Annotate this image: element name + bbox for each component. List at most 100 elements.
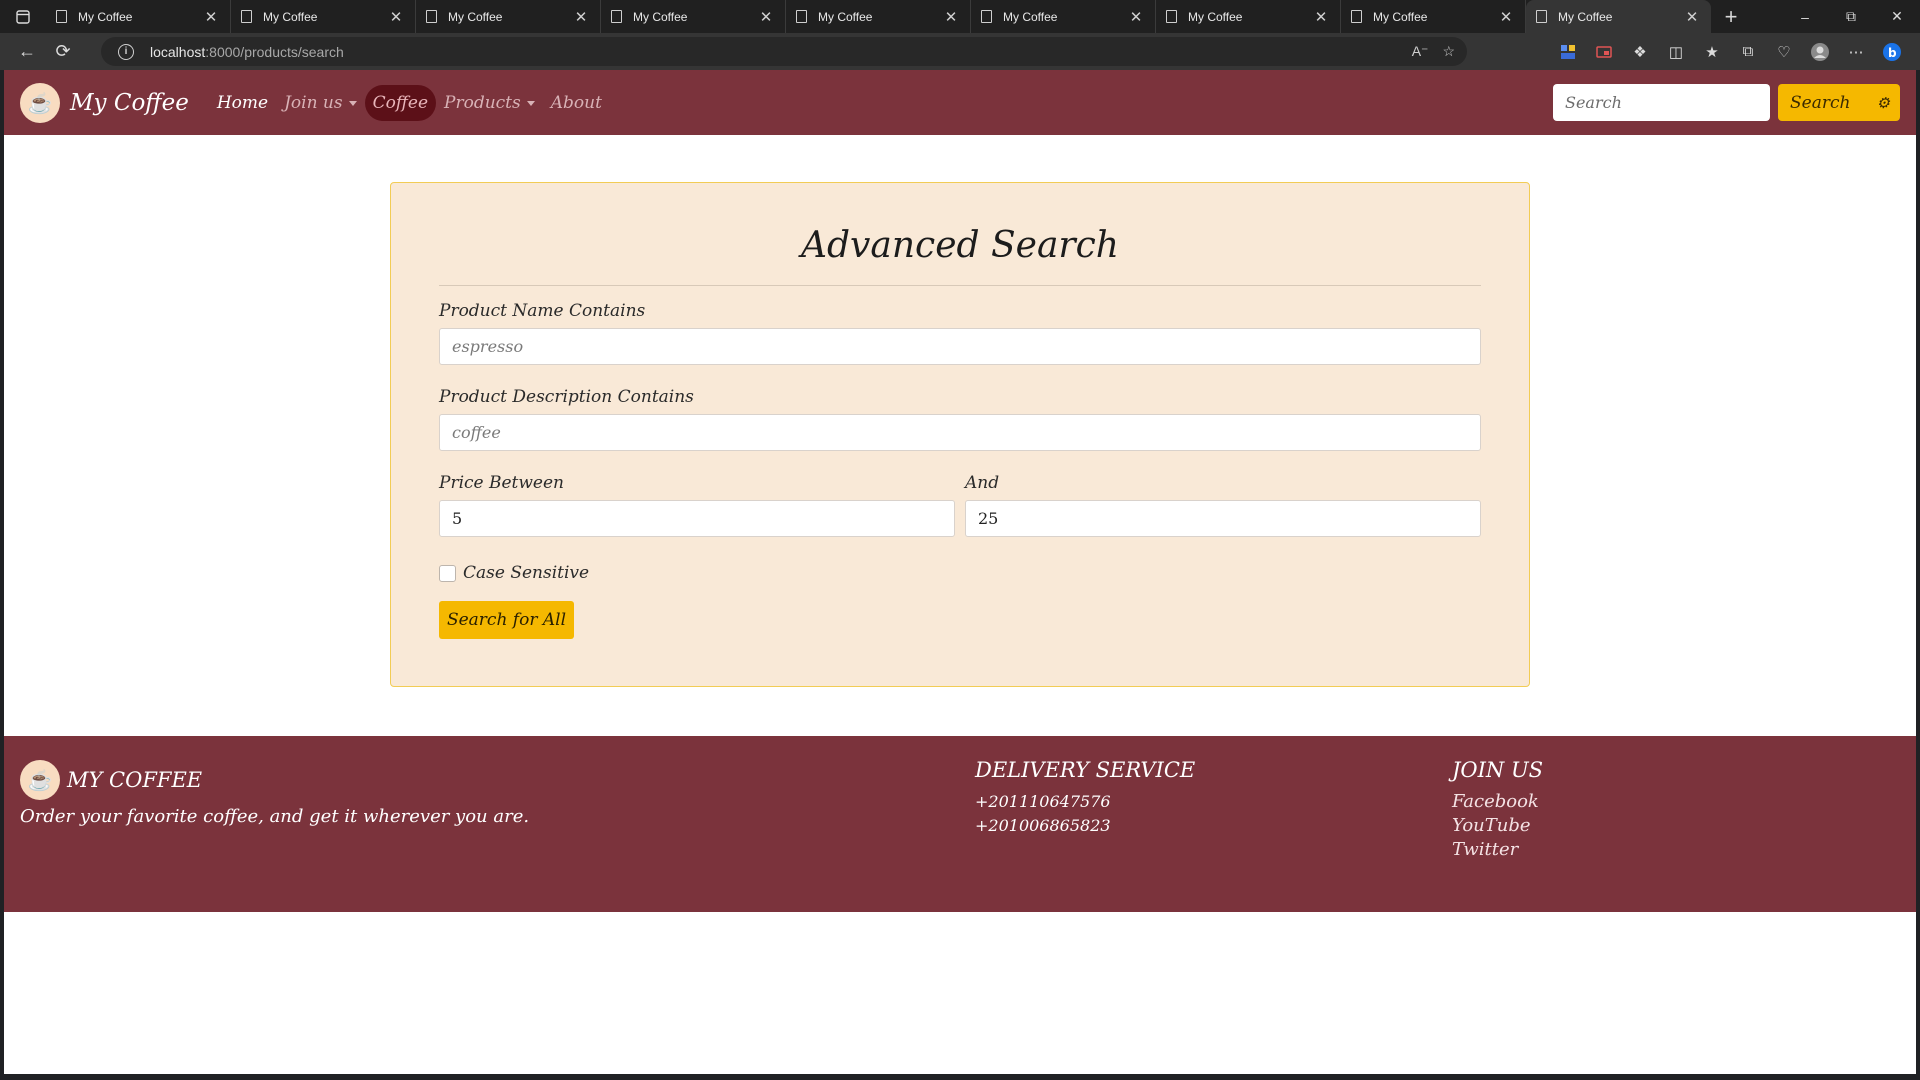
tab-title: My Coffee xyxy=(448,9,503,24)
navbar-brand[interactable]: ☕ My Coffee xyxy=(20,82,189,123)
product-description-field-group: Product Description Contains xyxy=(439,387,1481,451)
caret-down-icon xyxy=(526,100,535,106)
case-sensitive-label[interactable]: Case Sensitive xyxy=(463,563,589,583)
nav-about-link[interactable]: About xyxy=(543,85,610,121)
case-sensitive-checkbox[interactable] xyxy=(439,564,456,582)
footer-join-column: JOIN US Facebook YouTube Twitter xyxy=(1452,758,1543,862)
footer-brand-name: MY COFFEE xyxy=(67,768,203,792)
url-path: :8000/products/search xyxy=(205,43,344,60)
svg-text:b: b xyxy=(1888,46,1897,60)
nav-products-dropdown[interactable]: Products xyxy=(436,85,543,121)
footer-twitter-link[interactable]: Twitter xyxy=(1452,838,1543,862)
page-document-icon xyxy=(1536,10,1547,23)
product-description-input[interactable] xyxy=(439,414,1481,451)
browser-tab[interactable]: My Coffee ✕ xyxy=(231,0,416,33)
price-min-field-group: Price Between xyxy=(439,473,955,537)
browser-tab[interactable]: My Coffee ✕ xyxy=(1341,0,1526,33)
tab-title: My Coffee xyxy=(633,9,688,24)
browser-tab[interactable]: My Coffee ✕ xyxy=(1156,0,1341,33)
search-for-all-button[interactable]: Search for All xyxy=(439,601,574,639)
navbar-search-button-label: Search xyxy=(1790,92,1851,113)
product-name-field-group: Product Name Contains xyxy=(439,301,1481,365)
restore-button[interactable]: ⧉ xyxy=(1828,0,1874,33)
tab-actions-icon[interactable] xyxy=(0,0,46,33)
price-min-input[interactable] xyxy=(439,500,955,537)
close-window-button[interactable]: ✕ xyxy=(1874,0,1920,33)
browser-tab[interactable]: My Coffee ✕ xyxy=(971,0,1156,33)
minimize-button[interactable]: – xyxy=(1782,0,1828,33)
back-button[interactable]: ← xyxy=(9,37,45,67)
product-name-label: Product Name Contains xyxy=(439,301,646,321)
footer-phone: +201006865823 xyxy=(975,816,1111,835)
page-document-icon xyxy=(241,10,252,23)
page-document-icon xyxy=(981,10,992,23)
page-document-icon xyxy=(426,10,437,23)
close-tab-icon[interactable]: ✕ xyxy=(1312,8,1330,26)
browser-tab[interactable]: My Coffee ✕ xyxy=(786,0,971,33)
browser-essentials-icon[interactable]: ♡ xyxy=(1766,37,1802,66)
product-name-input[interactable] xyxy=(439,328,1481,365)
caret-down-icon xyxy=(348,100,357,106)
browser-tab[interactable]: My Coffee ✕ xyxy=(416,0,601,33)
navbar-search-form: Search ⚙ xyxy=(1553,84,1900,121)
coffee-cup-logo-icon: ☕ xyxy=(20,760,60,800)
browser-tab-strip: My Coffee ✕ My Coffee ✕ My Coffee ✕ My Coffee ✕… xyxy=(0,0,1920,33)
tab-title: My Coffee xyxy=(818,9,873,24)
screen-cast-icon[interactable] xyxy=(1586,37,1622,66)
close-tab-icon[interactable]: ✕ xyxy=(572,8,590,26)
close-tab-icon[interactable]: ✕ xyxy=(757,8,775,26)
footer-phone: +201110647576 xyxy=(975,792,1111,811)
more-options-icon[interactable]: ⋯ xyxy=(1838,37,1874,66)
url-host: localhost xyxy=(150,43,206,60)
url-text: localhost:8000/products/search xyxy=(150,44,344,60)
read-aloud-icon[interactable]: A⁻ xyxy=(1412,43,1429,60)
site-footer: ☕ MY COFFEE Order your favorite coffee, … xyxy=(4,736,1916,912)
footer-youtube-link[interactable]: YouTube xyxy=(1452,814,1543,838)
browser-tab-active[interactable]: My Coffee ✕ xyxy=(1526,0,1711,33)
tab-title: My Coffee xyxy=(1558,9,1613,24)
extension-icon[interactable] xyxy=(1550,37,1586,66)
page-document-icon xyxy=(1351,10,1362,23)
advanced-search-card: Advanced Search Product Name Contains Pr… xyxy=(390,182,1530,687)
price-min-label: Price Between xyxy=(439,473,564,493)
nav-coffee-link[interactable]: Coffee xyxy=(364,84,437,121)
extensions-puzzle-icon[interactable]: ❖ xyxy=(1622,37,1658,66)
tab-title: My Coffee xyxy=(1373,9,1428,24)
product-description-label: Product Description Contains xyxy=(439,387,694,407)
close-tab-icon[interactable]: ✕ xyxy=(1497,8,1515,26)
price-max-label: And xyxy=(965,473,1000,493)
footer-join-title: JOIN US xyxy=(1452,758,1544,782)
favorite-star-icon[interactable]: ☆ xyxy=(1442,43,1455,60)
profile-avatar-icon[interactable] xyxy=(1802,37,1838,66)
price-max-input[interactable] xyxy=(965,500,1481,537)
close-tab-icon[interactable]: ✕ xyxy=(942,8,960,26)
browser-tab[interactable]: My Coffee ✕ xyxy=(46,0,231,33)
navbar-search-input[interactable] xyxy=(1553,84,1770,121)
reload-button[interactable]: ⟳ xyxy=(45,37,81,67)
favorites-icon[interactable]: ★ xyxy=(1694,37,1730,66)
nav-join-us-dropdown[interactable]: Join us xyxy=(276,85,365,121)
browser-tab[interactable]: My Coffee ✕ xyxy=(601,0,786,33)
title-divider xyxy=(439,285,1481,286)
site-info-icon[interactable]: i xyxy=(118,43,134,60)
page-title: Advanced Search xyxy=(801,225,1119,266)
split-screen-icon[interactable]: ◫ xyxy=(1658,37,1694,66)
nav-products-label: Products xyxy=(444,92,521,113)
brand-name: My Coffee xyxy=(70,89,189,116)
new-tab-button[interactable]: + xyxy=(1711,0,1751,33)
address-bar[interactable]: i localhost:8000/products/search A⁻ ☆ xyxy=(101,37,1467,66)
close-tab-icon[interactable]: ✕ xyxy=(1127,8,1145,26)
gear-icon[interactable]: ⚙ xyxy=(1877,94,1890,112)
close-tab-icon[interactable]: ✕ xyxy=(387,8,405,26)
copilot-icon[interactable]: b xyxy=(1874,37,1910,66)
browser-toolbar: ← ⟳ i localhost:8000/products/search A⁻ … xyxy=(0,33,1920,70)
close-tab-icon[interactable]: ✕ xyxy=(202,8,220,26)
nav-home-link[interactable]: Home xyxy=(209,85,276,121)
footer-facebook-link[interactable]: Facebook xyxy=(1452,790,1543,814)
navbar-search-button[interactable]: Search ⚙ xyxy=(1778,84,1900,121)
collections-icon[interactable]: ⧉ xyxy=(1730,37,1766,66)
tab-title: My Coffee xyxy=(263,9,318,24)
close-tab-icon[interactable]: ✕ xyxy=(1683,8,1701,26)
tab-title: My Coffee xyxy=(1188,9,1243,24)
footer-brand: ☕ MY COFFEE xyxy=(20,760,202,800)
